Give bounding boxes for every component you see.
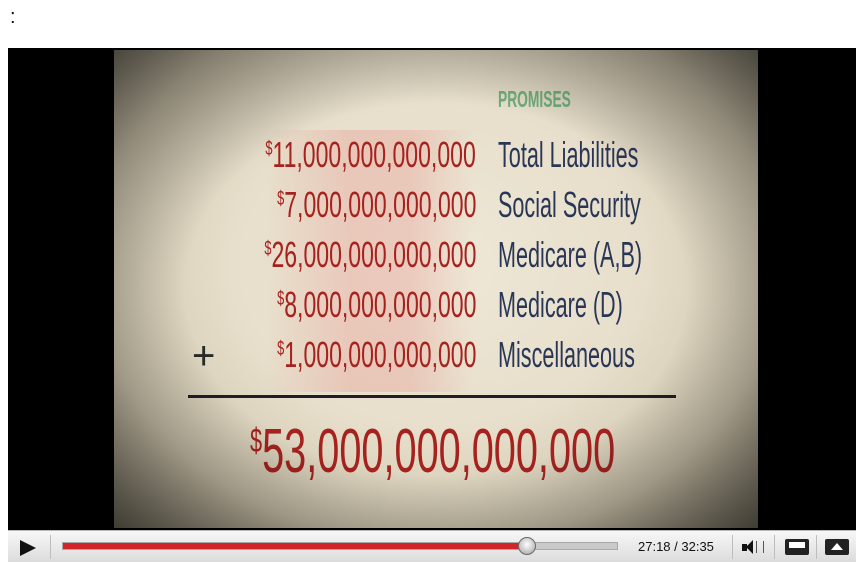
video-frame: PROMISES $11,000,000,000,000 Total Liabi… <box>114 50 758 528</box>
expand-icon[interactable] <box>822 535 852 559</box>
time-display: 27:18 / 32:35 <box>638 539 714 554</box>
label: Miscellaneous <box>498 334 635 375</box>
player-controls: 27:18 / 32:35 <box>8 530 856 562</box>
amount: $7,000,000,000,000 <box>276 184 476 225</box>
amount: $26,000,000,000,000 <box>263 234 476 275</box>
divider <box>816 535 817 559</box>
red-highlight <box>264 130 474 392</box>
row-medicare-d: $8,000,000,000,000 Medicare (D) <box>114 284 758 328</box>
top-colon: : <box>10 6 16 28</box>
label: Medicare (D) <box>498 284 623 325</box>
row-social-security: $7,000,000,000,000 Social Security <box>114 184 758 228</box>
video-player[interactable]: PROMISES $11,000,000,000,000 Total Liabi… <box>8 48 856 530</box>
amount: $8,000,000,000,000 <box>276 284 476 325</box>
plus-sign: + <box>192 334 216 378</box>
label: Total Liabilities <box>498 134 639 175</box>
play-icon[interactable] <box>8 533 48 561</box>
divider <box>732 535 733 559</box>
scrubber-handle[interactable] <box>518 537 537 555</box>
volume-icon[interactable] <box>738 535 766 559</box>
sum-line <box>188 395 676 398</box>
row-miscellaneous: $1,000,000,000,000 Miscellaneous <box>114 334 758 378</box>
row-medicare-ab: $26,000,000,000,000 Medicare (A,B) <box>114 234 758 278</box>
total-amount: $53,000,000,000,000 <box>250 417 616 486</box>
promises-header: PROMISES <box>498 86 571 112</box>
row-total-liabilities: $11,000,000,000,000 Total Liabilities <box>114 134 758 178</box>
label: Social Security <box>498 184 641 225</box>
label: Medicare (A,B) <box>498 234 643 275</box>
divider <box>774 535 775 559</box>
progress-fill <box>63 543 528 549</box>
progress-bar[interactable] <box>62 537 618 555</box>
popout-icon[interactable] <box>782 535 812 559</box>
divider <box>50 535 51 559</box>
amount: $11,000,000,000,000 <box>265 134 476 175</box>
amount: $1,000,000,000,000 <box>276 334 476 375</box>
